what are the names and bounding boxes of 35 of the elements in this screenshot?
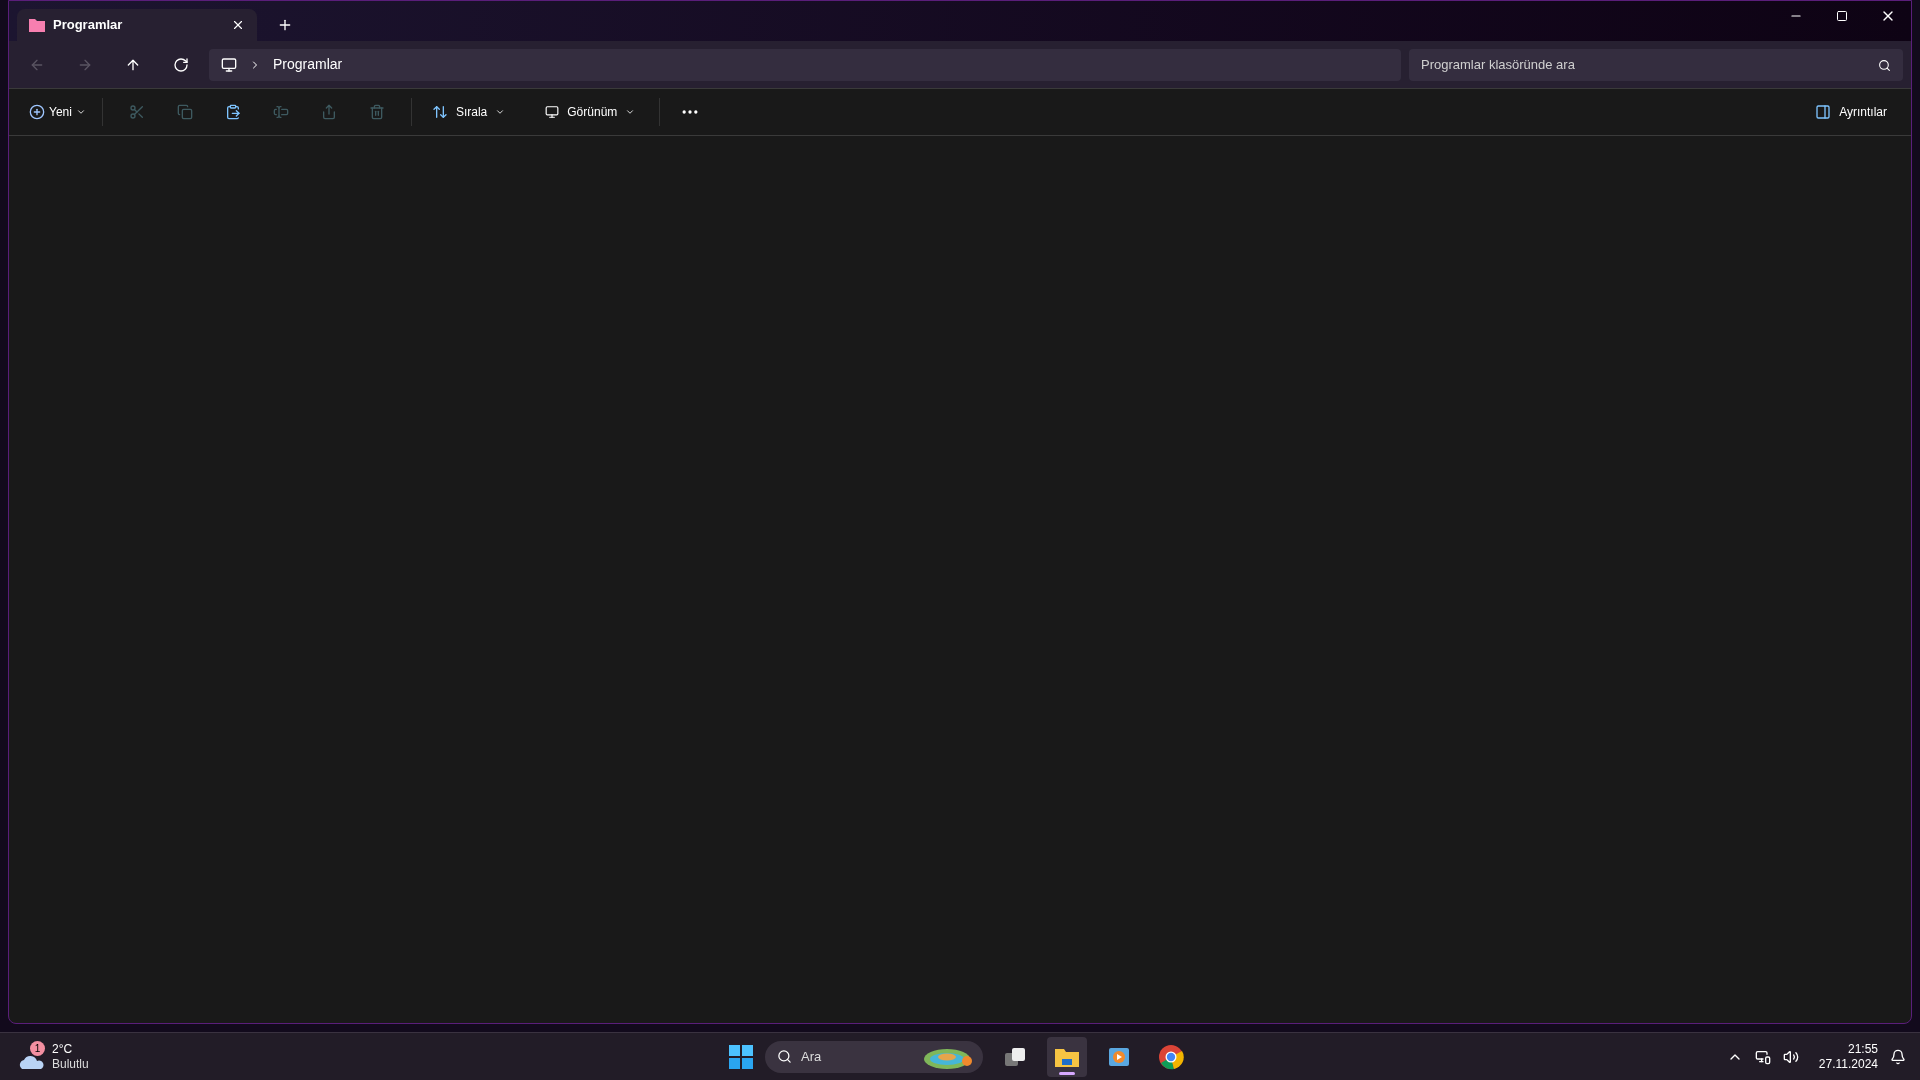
refresh-icon[interactable]: [173, 56, 189, 73]
search-field[interactable]: Programlar klasöründe ara: [1409, 48, 1903, 81]
new-tab-icon[interactable]: [277, 17, 293, 33]
taskbar-app[interactable]: [1047, 1036, 1087, 1077]
clock-date: 27.11.2024: [1818, 1056, 1878, 1072]
notification-badge: 1: [30, 1040, 45, 1056]
chevron-down-icon: [625, 107, 636, 117]
view-button[interactable]: Görünüm: [533, 96, 648, 128]
monitor-icon: [221, 56, 237, 73]
chevron-down-icon: [495, 107, 506, 117]
address-bar[interactable]: Programlar: [209, 48, 1401, 81]
volume-icon[interactable]: [1782, 1048, 1799, 1065]
tab-title: Programlar: [53, 16, 124, 35]
network-icon[interactable]: [1754, 1048, 1771, 1065]
details-button[interactable]: Ayrıntılar: [1807, 96, 1895, 128]
folder-icon: [29, 18, 45, 32]
temperature: 2°C: [52, 1041, 74, 1057]
search-icon: [777, 1048, 792, 1064]
plus-circle-icon: [29, 104, 45, 120]
new-button[interactable]: Yeni: [25, 96, 90, 128]
close-icon[interactable]: [231, 18, 245, 32]
bell-icon[interactable]: [1890, 1048, 1906, 1065]
sort-icon: [431, 104, 448, 120]
search-icon: [1878, 58, 1891, 72]
monitor-icon: [545, 105, 560, 119]
clock-time: 21:55: [1847, 1041, 1878, 1057]
chevron-down-icon: [75, 107, 86, 117]
weather-condition: Bulutlu: [52, 1056, 89, 1072]
maximize-icon: [1836, 10, 1848, 22]
panel-icon: [1815, 104, 1832, 120]
breadcrumb-item[interactable]: Programlar: [273, 54, 343, 75]
sort-button[interactable]: Sırala: [423, 96, 514, 128]
windows-logo-icon[interactable]: [729, 1044, 753, 1069]
tab[interactable]: Programlar: [17, 9, 257, 41]
browser-icon: [1158, 1043, 1184, 1070]
